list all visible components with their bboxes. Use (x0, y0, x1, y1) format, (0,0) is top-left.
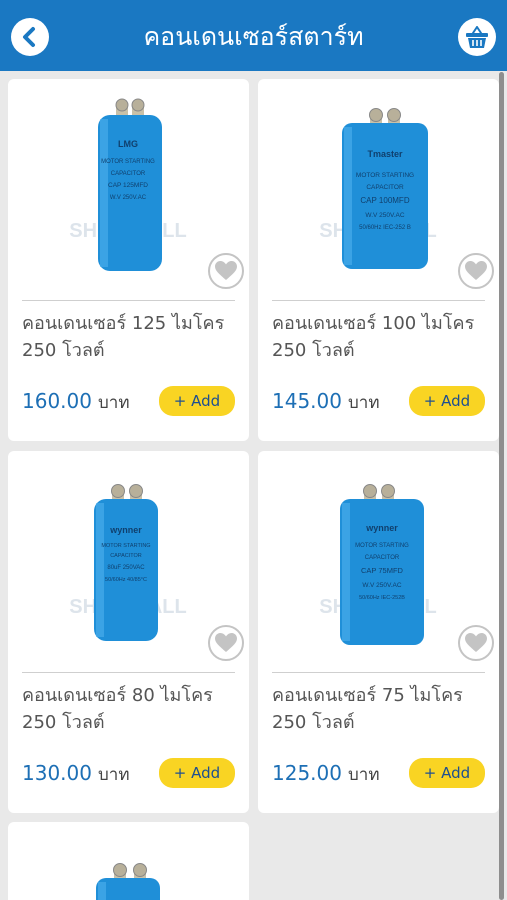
product-price: 160.00 บาท (22, 386, 130, 416)
card-divider (272, 300, 485, 301)
cart-button[interactable] (458, 18, 496, 56)
card-divider (22, 672, 235, 673)
add-to-cart-button[interactable]: + Add (409, 758, 485, 788)
product-image[interactable]: SHOP MALL wynner MOTOR STARTING CAPACITO… (278, 461, 478, 646)
page-title: คอนเดนเซอร์สตาร์ท (143, 22, 364, 51)
price-value: 125.00 (272, 761, 342, 785)
product-image[interactable]: SHOP MALL wynner MOTOR STARTING CAPACITO… (28, 461, 228, 646)
svg-text:wynner: wynner (365, 523, 398, 533)
svg-text:W.V 250V.AC: W.V 250V.AC (110, 195, 147, 201)
price-currency: บาท (97, 393, 130, 413)
chevron-left-icon (23, 27, 35, 47)
product-price: 145.00 บาท (272, 386, 380, 416)
favorite-button[interactable] (458, 253, 494, 289)
product-card[interactable]: SHOP MALL Tmaster MOTOR STARTING CAPACIT… (258, 79, 499, 441)
app-header: คอนเดนเซอร์สตาร์ท (0, 0, 507, 71)
heart-icon (215, 633, 237, 652)
product-image[interactable] (28, 832, 228, 900)
product-price: 125.00 บาท (272, 758, 380, 788)
add-to-cart-button[interactable]: + Add (409, 386, 485, 416)
svg-text:MOTOR STARTING: MOTOR STARTING (356, 172, 414, 179)
svg-text:CAP 75MFD: CAP 75MFD (361, 566, 404, 575)
product-card[interactable]: SHOP MALL wynner MOTOR STARTING CAPACITO… (258, 451, 499, 813)
back-button[interactable] (11, 18, 49, 56)
svg-text:CAPACITOR: CAPACITOR (366, 184, 404, 191)
add-to-cart-button[interactable]: + Add (159, 386, 235, 416)
svg-text:80uF 250VAC: 80uF 250VAC (107, 565, 145, 571)
svg-text:50/60Hz IEC-252 B: 50/60Hz IEC-252 B (359, 225, 411, 231)
price-currency: บาท (347, 393, 380, 413)
favorite-button[interactable] (208, 625, 244, 661)
svg-text:wynner: wynner (109, 525, 142, 535)
favorite-button[interactable] (208, 253, 244, 289)
heart-icon (465, 261, 487, 280)
add-to-cart-button[interactable]: + Add (159, 758, 235, 788)
svg-text:CAPACITOR: CAPACITOR (110, 553, 142, 559)
favorite-button[interactable] (458, 625, 494, 661)
svg-text:MOTOR STARTING: MOTOR STARTING (355, 543, 409, 549)
svg-text:50/60Hz 40/85°C: 50/60Hz 40/85°C (105, 577, 147, 583)
product-card[interactable] (8, 822, 249, 900)
svg-text:MOTOR STARTING: MOTOR STARTING (101, 159, 155, 165)
svg-text:MOTOR STARTING: MOTOR STARTING (101, 543, 150, 549)
svg-text:W.V 250V.AC: W.V 250V.AC (365, 212, 404, 219)
product-name[interactable]: คอนเดนเซอร์ 100 ไมโคร 250 โวลต์ (272, 310, 487, 364)
product-name[interactable]: คอนเดนเซอร์ 125 ไมโคร 250 โวลต์ (22, 310, 237, 364)
product-price: 130.00 บาท (22, 758, 130, 788)
product-card[interactable]: SHOP MALL wynner MOTOR STARTING CAPACITO… (8, 451, 249, 813)
product-card[interactable]: SHOP MALL LMG MOTOR STARTING CAPACITOR C… (8, 79, 249, 441)
svg-text:Tmaster: Tmaster (367, 149, 403, 159)
product-image[interactable]: SHOP MALL LMG MOTOR STARTING CAPACITOR C… (28, 89, 228, 274)
scrollbar[interactable] (499, 72, 504, 900)
svg-text:CAPACITOR: CAPACITOR (365, 555, 400, 561)
svg-text:LMG: LMG (118, 139, 138, 149)
heart-icon (215, 261, 237, 280)
price-currency: บาท (347, 765, 380, 785)
svg-text:CAP 100MFD: CAP 100MFD (360, 196, 409, 205)
svg-text:W.V 250V.AC: W.V 250V.AC (362, 582, 401, 589)
price-value: 145.00 (272, 389, 342, 413)
price-currency: บาท (97, 765, 130, 785)
product-image[interactable]: SHOP MALL Tmaster MOTOR STARTING CAPACIT… (278, 89, 478, 274)
svg-text:50/60Hz IEC-252B: 50/60Hz IEC-252B (359, 595, 405, 601)
product-name[interactable]: คอนเดนเซอร์ 75 ไมโคร 250 โวลต์ (272, 682, 487, 736)
card-divider (22, 300, 235, 301)
price-value: 160.00 (22, 389, 92, 413)
basket-icon (466, 26, 488, 48)
svg-text:CAP 125MFD: CAP 125MFD (108, 182, 148, 189)
heart-icon (465, 633, 487, 652)
svg-text:CAPACITOR: CAPACITOR (111, 171, 146, 177)
card-divider (272, 672, 485, 673)
price-value: 130.00 (22, 761, 92, 785)
product-name[interactable]: คอนเดนเซอร์ 80 ไมโคร 250 โวลต์ (22, 682, 237, 736)
